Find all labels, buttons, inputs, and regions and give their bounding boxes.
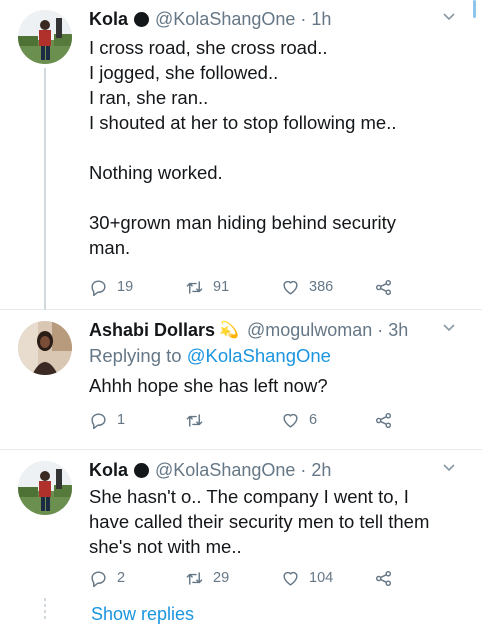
show-replies-link[interactable]: Show replies — [91, 604, 194, 625]
retweet-count: 91 — [213, 279, 230, 295]
thread-line — [44, 68, 46, 310]
like-count: 104 — [309, 570, 334, 586]
reply-button[interactable]: 19 — [89, 275, 133, 299]
share-button[interactable] — [374, 566, 393, 590]
dizzy-emoji: 💫 — [219, 322, 239, 339]
like-button[interactable]: 6 — [281, 408, 317, 432]
author-handle[interactable]: @KolaShangOne — [155, 460, 295, 481]
like-icon — [283, 280, 298, 295]
reply-button[interactable]: 1 — [89, 408, 125, 432]
reply-icon — [91, 279, 106, 296]
tweet[interactable]: Kola @KolaShangOne · 2h She hasn't o.. T… — [0, 451, 482, 630]
chevron-down-icon[interactable] — [442, 10, 456, 24]
verified-dot — [134, 11, 150, 27]
tweet-text: She hasn't o.. The company I went to, I … — [89, 486, 430, 557]
reply-count: 2 — [117, 570, 126, 586]
retweet-icon — [186, 413, 203, 427]
chevron-down-icon[interactable] — [442, 461, 456, 475]
like-icon — [283, 413, 298, 428]
author-name[interactable]: Ashabi Dollars — [89, 320, 215, 341]
avatar[interactable] — [18, 461, 72, 515]
tweet[interactable]: Kola @KolaShangOne · 1h I cross road, sh… — [0, 0, 482, 310]
reply-icon — [91, 570, 106, 587]
author-handle[interactable]: @KolaShangOne — [155, 9, 295, 30]
share-icon — [375, 279, 392, 295]
thread-dotted-line — [44, 598, 46, 622]
share-button[interactable] — [374, 275, 393, 299]
tweet-time[interactable]: · 1h — [300, 9, 331, 30]
reply-count: 1 — [117, 412, 126, 428]
reply-count: 19 — [117, 279, 134, 295]
author-handle[interactable]: @mogulwoman — [247, 320, 372, 341]
share-icon — [375, 570, 392, 586]
retweet-count: 29 — [213, 570, 230, 586]
tweet-header: Ashabi Dollars 💫 @mogulwoman · 3h — [89, 317, 454, 343]
replying-label: Replying to — [89, 345, 182, 366]
retweet-button[interactable]: 91 — [185, 275, 229, 299]
verified-dot — [134, 462, 150, 478]
retweet-icon — [186, 571, 203, 585]
reply-button[interactable]: 2 — [89, 566, 125, 590]
tweet-text: I cross road, she cross road.. I jogged,… — [89, 37, 397, 258]
tweet-time[interactable]: · 3h — [377, 320, 408, 341]
retweet-icon — [186, 280, 203, 294]
tweet-time[interactable]: · 2h — [300, 460, 331, 481]
like-count: 6 — [309, 412, 318, 428]
author-name[interactable]: Kola — [89, 460, 128, 481]
share-button[interactable] — [374, 408, 393, 432]
chevron-down-icon[interactable] — [442, 321, 456, 335]
like-count: 386 — [309, 279, 334, 295]
like-icon — [283, 571, 298, 586]
like-button[interactable]: 104 — [281, 566, 333, 590]
replying-to: Replying to @KolaShangOne — [89, 345, 331, 367]
avatar[interactable] — [18, 321, 72, 375]
replying-mention[interactable]: @KolaShangOne — [187, 345, 331, 366]
reply-icon — [91, 412, 106, 429]
author-name[interactable]: Kola — [89, 9, 128, 30]
tweet-header: Kola @KolaShangOne · 2h — [89, 457, 454, 483]
avatar[interactable] — [18, 10, 72, 64]
share-icon — [375, 412, 392, 428]
tweet-text: Ahhh hope she has left now? — [89, 375, 328, 396]
tweet[interactable]: Ashabi Dollars 💫 @mogulwoman · 3h Replyi… — [0, 311, 482, 450]
retweet-button[interactable]: 29 — [185, 566, 229, 590]
like-button[interactable]: 386 — [281, 275, 333, 299]
retweet-button[interactable] — [185, 408, 204, 432]
tweet-header: Kola @KolaShangOne · 1h — [89, 6, 454, 32]
